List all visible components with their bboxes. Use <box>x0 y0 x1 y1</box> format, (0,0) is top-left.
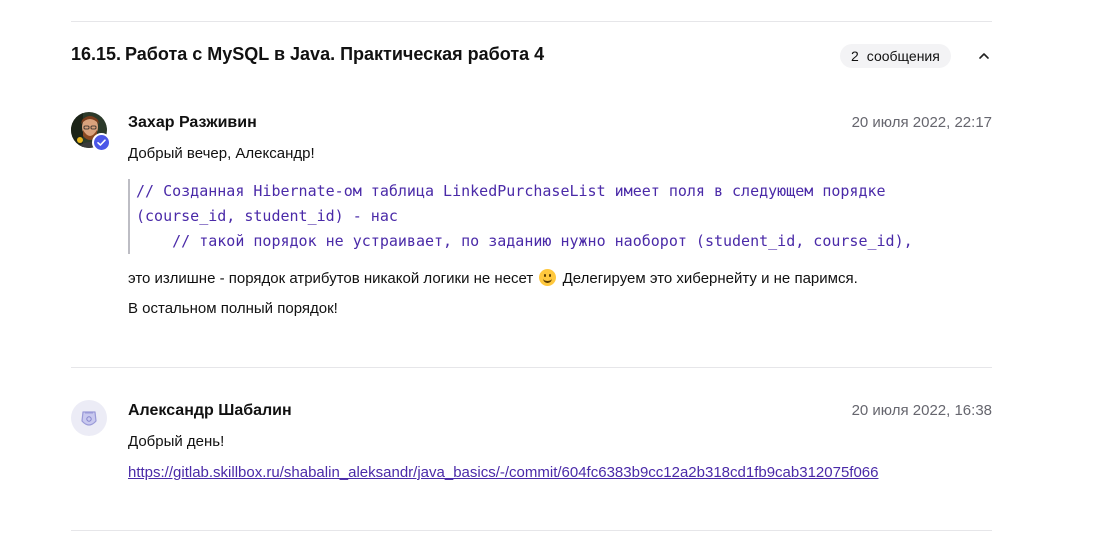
comment-date: 20 июля 2022, 16:38 <box>851 402 992 419</box>
section-header[interactable]: 16.15. Работа с MySQL в Java. Практическ… <box>71 42 992 70</box>
comment-date: 20 июля 2022, 22:17 <box>851 114 992 131</box>
verified-check-icon <box>92 133 111 152</box>
smile-emoji-icon <box>539 269 557 286</box>
comment-greeting: Добрый день! <box>128 433 225 450</box>
comment-greeting: Добрый вечер, Александр! <box>128 145 315 162</box>
top-divider <box>71 21 992 22</box>
paragraph-text-end: Делегируем это хибернейту и не паримся. <box>562 270 858 287</box>
comment-author[interactable]: Александр Шабалин <box>128 402 292 420</box>
comment-divider <box>71 367 992 368</box>
code-line: // такой порядок не устраивает, по задан… <box>136 232 913 250</box>
section-title: Работа с MySQL в Java. Практическая рабо… <box>125 44 545 64</box>
comment-author[interactable]: Захар Разживин <box>128 114 257 132</box>
commit-link[interactable]: https://gitlab.skillbox.ru/shabalin_alek… <box>128 464 879 481</box>
code-block: // Созданная Hibernate-ом таблица Linked… <box>128 179 996 254</box>
comment-1: Захар Разживин 20 июля 2022, 22:17 Добры… <box>71 112 992 332</box>
message-count-badge: 2 сообщения <box>840 44 951 68</box>
message-count-label: сообщения <box>866 48 940 64</box>
comment-2: Александр Шабалин 20 июля 2022, 16:38 До… <box>71 400 992 490</box>
paragraph-text-start: это излишне - порядок атрибутов никакой … <box>128 270 534 287</box>
comment-closing: В остальном полный порядок! <box>128 300 338 317</box>
code-line: (course_id, student_id) - нас <box>136 207 398 225</box>
comment-paragraph: это излишне - порядок атрибутов никакой … <box>128 269 858 287</box>
message-count: 2 <box>851 48 859 64</box>
chevron-up-icon[interactable] <box>976 48 992 64</box>
bottom-divider <box>71 530 992 531</box>
default-avatar-icon[interactable] <box>71 400 107 436</box>
user-photo-avatar[interactable] <box>71 112 111 152</box>
code-line: // Созданная Hibernate-ом таблица Linked… <box>136 182 886 200</box>
section-number: 16.15. <box>71 44 122 64</box>
